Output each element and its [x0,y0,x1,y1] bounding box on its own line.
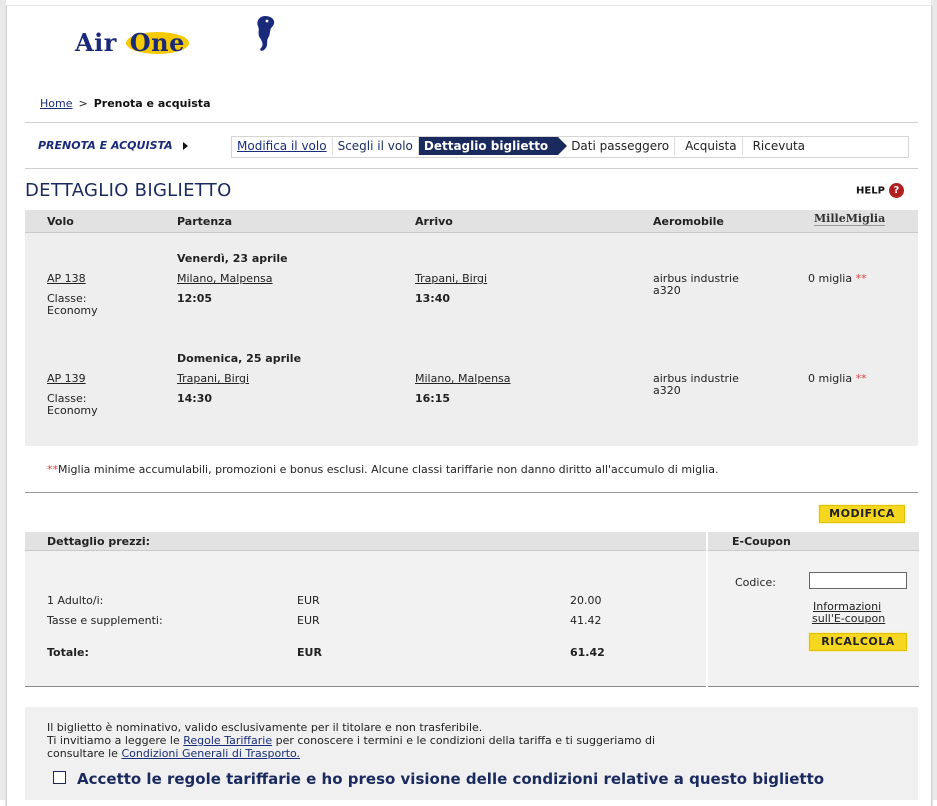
wizard-label: PRENOTA E ACQUISTA [38,139,188,152]
ricalcola-button[interactable]: RICALCOLA [809,633,907,651]
class-value: Economy [47,304,98,317]
miles-note-box: **Miglia minime accumulabili, promozioni… [25,446,918,493]
total-amount: 61.42 [570,646,605,659]
accept-terms-label[interactable]: Accetto le regole tariffarie e ho preso … [77,770,824,788]
departure-time: 12:05 [177,292,213,305]
col-arrivo: Arrivo [415,215,453,228]
flight-date: Domenica, 25 aprile [177,352,302,365]
seahorse-logo-icon [257,16,275,51]
flights-table: Volo Partenza Arrivo Aeromobile MilleMig… [25,210,918,447]
price-amount: 20.00 [570,594,602,607]
logo-text-one: One [125,31,189,55]
aircraft-type: a320 [653,284,681,297]
step-label: Scegli il volo [337,139,413,153]
note-text: Miglia minime accumulabili, promozioni e… [58,463,719,476]
wizard-label-text: PRENOTA E ACQUISTA [38,139,173,152]
accept-terms-checkbox[interactable] [53,771,66,784]
col-partenza: Partenza [177,215,232,228]
terms-text-part: Ti invitiamo a leggere le [47,734,184,747]
price-amount: 41.42 [570,614,602,627]
step-label: Acquista [685,139,737,153]
price-currency: EUR [297,594,320,607]
departure-airport-link[interactable]: Trapani, Birgi [177,372,249,385]
step-ricevuta: Ricevuta [743,137,810,155]
terms-line-1: Il biglietto è nominativo, valido esclus… [47,721,483,734]
terms-text: Il biglietto è nominativo, valido esclus… [47,721,655,760]
terms-line-3: consultare le Condizioni Generali di Tra… [47,747,655,760]
flight-date: Venerdì, 23 aprile [177,252,288,265]
departure-airport-link[interactable]: Milano, Malpensa [177,272,273,285]
airone-logo[interactable]: Air One [75,16,285,58]
breadcrumb: Home > Prenota e acquista [40,97,211,110]
step-dettaglio-biglietto: Dettaglio biglietto [418,137,568,155]
miles-footnote-mark: ** [855,372,867,385]
col-volo: Volo [47,215,74,228]
arrival-time: 16:15 [415,392,451,405]
breadcrumb-home-link[interactable]: Home [40,97,72,110]
logo-text-air: Air [75,28,126,57]
note-footnote-mark: ** [47,463,58,476]
terms-panel: Il biglietto è nominativo, valido esclus… [25,707,918,800]
miles-text: 0 miglia [808,272,853,285]
breadcrumb-separator: > [78,97,88,110]
price-details-title: Dettaglio prezzi: [47,535,151,548]
modifica-button[interactable]: MODIFICA [819,505,905,523]
coupon-code-input[interactable] [809,572,907,589]
miles-footnote-mark: ** [855,272,867,285]
condizioni-trasporto-link[interactable]: Condizioni Generali di Trasporto. [121,747,300,760]
arrival-airport-link[interactable]: Trapani, Birgi [415,272,487,285]
price-label: 1 Adulto/i: [47,594,104,607]
help-icon[interactable]: ? [888,183,904,198]
arrival-airport-link[interactable]: Milano, Malpensa [415,372,511,385]
terms-text-part: consultare le [47,747,122,760]
step-label[interactable]: Modifica il volo [237,139,327,153]
flights-table-header: Volo Partenza Arrivo Aeromobile MilleMig… [25,210,918,233]
coupon-code-label: Codice: [735,576,776,589]
step-dati-passeggero: Dati passeggero [559,137,676,155]
coupon-info-link-line2[interactable]: sull'E-coupon [812,612,885,625]
miles-note: **Miglia minime accumulabili, promozioni… [47,463,718,476]
millemiglia-logo: MilleMiglia [814,212,886,226]
ecoupon-panel: E-Coupon Codice: Informazioni sull'E-cou… [708,532,919,687]
price-details-panel: Dettaglio prezzi: 1 Adulto/i: EUR 20.00 … [25,532,706,687]
total-label: Totale: [47,646,89,659]
logo-wordmark: Air One [75,28,189,57]
miles-value: 0 miglia ** [808,272,867,285]
step-modifica-il-volo[interactable]: Modifica il volo [232,137,333,155]
miles-text: 0 miglia [808,372,853,385]
flight-number-link[interactable]: AP 138 [47,272,86,285]
price-details-header: Dettaglio prezzi: [25,532,706,551]
ecoupon-title: E-Coupon [732,535,791,548]
class-value: Economy [47,404,98,417]
step-acquista: Acquista [675,137,743,155]
miles-value: 0 miglia ** [808,372,867,385]
arrival-time: 13:40 [415,292,451,305]
step-label: Ricevuta [752,139,806,153]
price-label: Tasse e supplementi: [47,614,163,627]
step-label-active: Dettaglio biglietto [423,139,549,153]
departure-time: 14:30 [177,392,213,405]
step-label: Dati passeggero [571,139,670,153]
terms-line-2: Ti invitiamo a leggere le Regole Tariffa… [47,734,655,747]
flight-number-link[interactable]: AP 139 [47,372,86,385]
price-currency: EUR [297,614,320,627]
ecoupon-header: E-Coupon [708,532,919,551]
page-title: DETTAGLIO BIGLIETTO [25,180,232,201]
terms-text-part: per conoscere i termini e le condizioni … [272,734,656,747]
col-aeromobile: Aeromobile [653,215,724,228]
help-label[interactable]: HELP [856,186,885,197]
wizard-steps: Modifica il volo Scegli il volo Dettagli… [232,137,810,155]
aircraft-type: a320 [653,384,681,397]
breadcrumb-current: Prenota e acquista [93,97,211,110]
step-scegli-il-volo: Scegli il volo [333,137,419,155]
regole-tariffarie-link[interactable]: Regole Tariffarie [183,734,272,747]
play-arrow-icon [182,142,188,150]
help-link[interactable]: HELP? [856,183,904,198]
page-frame: Air One Home > Prenota e acquista PRENOTA … [6,6,932,806]
divider [25,122,918,123]
total-currency: EUR [297,646,322,659]
divider [25,168,918,169]
